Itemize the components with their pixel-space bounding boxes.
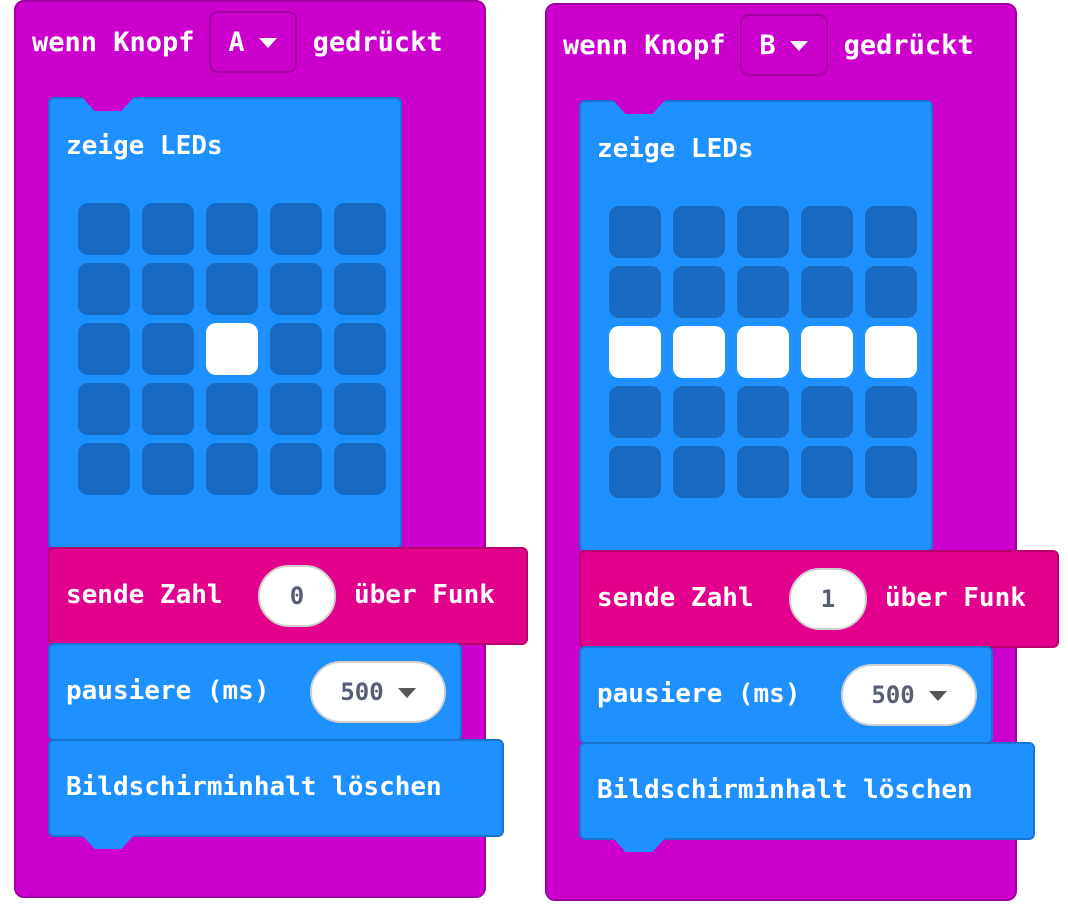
led-cell[interactable] (142, 263, 194, 315)
led-cell[interactable] (737, 446, 789, 498)
button-select-dropdown[interactable]: B (739, 14, 828, 76)
radio-suffix-label: über Funk (354, 580, 495, 610)
led-cell[interactable] (865, 386, 917, 438)
led-cell[interactable] (78, 263, 130, 315)
led-cell[interactable] (270, 383, 322, 435)
led-cell[interactable] (673, 326, 725, 378)
radio-send-label: sende Zahl (66, 580, 223, 610)
led-grid (609, 206, 917, 498)
show-leds-block[interactable]: zeige LEDs (48, 97, 402, 561)
led-cell[interactable] (334, 323, 386, 375)
led-cell[interactable] (78, 383, 130, 435)
led-cell[interactable] (142, 383, 194, 435)
led-cell[interactable] (206, 203, 258, 255)
led-cell[interactable] (270, 443, 322, 495)
radio-suffix-label: über Funk (885, 583, 1026, 613)
led-cell[interactable] (609, 386, 661, 438)
clear-screen-label: Bildschirminhalt löschen (597, 775, 973, 805)
led-cell[interactable] (737, 386, 789, 438)
led-cell[interactable] (142, 323, 194, 375)
led-cell[interactable] (865, 446, 917, 498)
led-cell[interactable] (206, 323, 258, 375)
event-block-button-b[interactable]: wenn Knopf B gedrückt zeige LEDs sende Z… (545, 3, 1059, 901)
show-leds-label: zeige LEDs (66, 131, 223, 161)
led-cell[interactable] (673, 386, 725, 438)
led-cell[interactable] (865, 326, 917, 378)
led-cell[interactable] (334, 443, 386, 495)
led-cell[interactable] (334, 383, 386, 435)
event-suffix-label: gedrückt (312, 26, 443, 58)
clear-screen-block[interactable]: Bildschirminhalt löschen (48, 739, 504, 849)
pause-duration-value: 500 (340, 678, 384, 706)
led-cell[interactable] (78, 323, 130, 375)
pause-block[interactable]: pausiere (ms) 500 (579, 646, 993, 756)
led-cell[interactable] (334, 263, 386, 315)
chevron-down-icon (258, 38, 277, 48)
led-cell[interactable] (865, 206, 917, 258)
led-cell[interactable] (737, 266, 789, 318)
led-cell[interactable] (673, 206, 725, 258)
radio-send-label: sende Zahl (597, 583, 754, 613)
radio-number-value: 1 (820, 585, 836, 613)
led-cell[interactable] (270, 263, 322, 315)
button-select-value: A (228, 26, 245, 58)
button-select-value: B (759, 29, 776, 61)
button-select-dropdown[interactable]: A (208, 11, 297, 73)
radio-send-number-block[interactable]: sende Zahl 0 über Funk (48, 547, 528, 657)
led-cell[interactable] (801, 206, 853, 258)
show-leds-block[interactable]: zeige LEDs (579, 100, 933, 564)
pause-duration-value: 500 (871, 681, 915, 709)
event-block-button-a[interactable]: wenn Knopf A gedrückt zeige LEDs sende Z… (14, 0, 528, 898)
pause-label: pausiere (ms) (66, 676, 270, 706)
pause-block[interactable]: pausiere (ms) 500 (48, 643, 462, 753)
led-cell[interactable] (609, 446, 661, 498)
led-cell[interactable] (206, 263, 258, 315)
led-cell[interactable] (865, 266, 917, 318)
radio-number-input[interactable]: 0 (258, 565, 336, 627)
chevron-down-icon (789, 41, 808, 51)
led-cell[interactable] (673, 446, 725, 498)
led-cell[interactable] (78, 203, 130, 255)
led-grid (78, 203, 386, 495)
chevron-down-icon (397, 688, 416, 698)
led-cell[interactable] (801, 326, 853, 378)
clear-screen-label: Bildschirminhalt löschen (66, 772, 442, 802)
led-cell[interactable] (737, 326, 789, 378)
led-cell[interactable] (801, 446, 853, 498)
led-cell[interactable] (334, 203, 386, 255)
clear-screen-block[interactable]: Bildschirminhalt löschen (579, 742, 1035, 852)
radio-number-input[interactable]: 1 (789, 568, 867, 630)
led-cell[interactable] (270, 323, 322, 375)
event-header: wenn Knopf B gedrückt (547, 5, 974, 85)
led-cell[interactable] (609, 326, 661, 378)
led-cell[interactable] (801, 386, 853, 438)
led-cell[interactable] (206, 443, 258, 495)
event-prefix-label: wenn Knopf (32, 26, 195, 58)
pause-label: pausiere (ms) (597, 679, 801, 709)
led-cell[interactable] (801, 266, 853, 318)
pause-duration-dropdown[interactable]: 500 (310, 661, 446, 723)
radio-send-number-block[interactable]: sende Zahl 1 über Funk (579, 550, 1059, 660)
event-prefix-label: wenn Knopf (563, 29, 726, 61)
chevron-down-icon (928, 691, 947, 701)
event-suffix-label: gedrückt (843, 29, 974, 61)
led-cell[interactable] (737, 206, 789, 258)
show-leds-label: zeige LEDs (597, 134, 754, 164)
led-cell[interactable] (142, 443, 194, 495)
led-cell[interactable] (673, 266, 725, 318)
led-cell[interactable] (609, 266, 661, 318)
pause-duration-dropdown[interactable]: 500 (841, 664, 977, 726)
event-header: wenn Knopf A gedrückt (16, 2, 443, 82)
led-cell[interactable] (142, 203, 194, 255)
radio-number-value: 0 (289, 582, 305, 610)
led-cell[interactable] (78, 443, 130, 495)
led-cell[interactable] (206, 383, 258, 435)
led-cell[interactable] (270, 203, 322, 255)
led-cell[interactable] (609, 206, 661, 258)
